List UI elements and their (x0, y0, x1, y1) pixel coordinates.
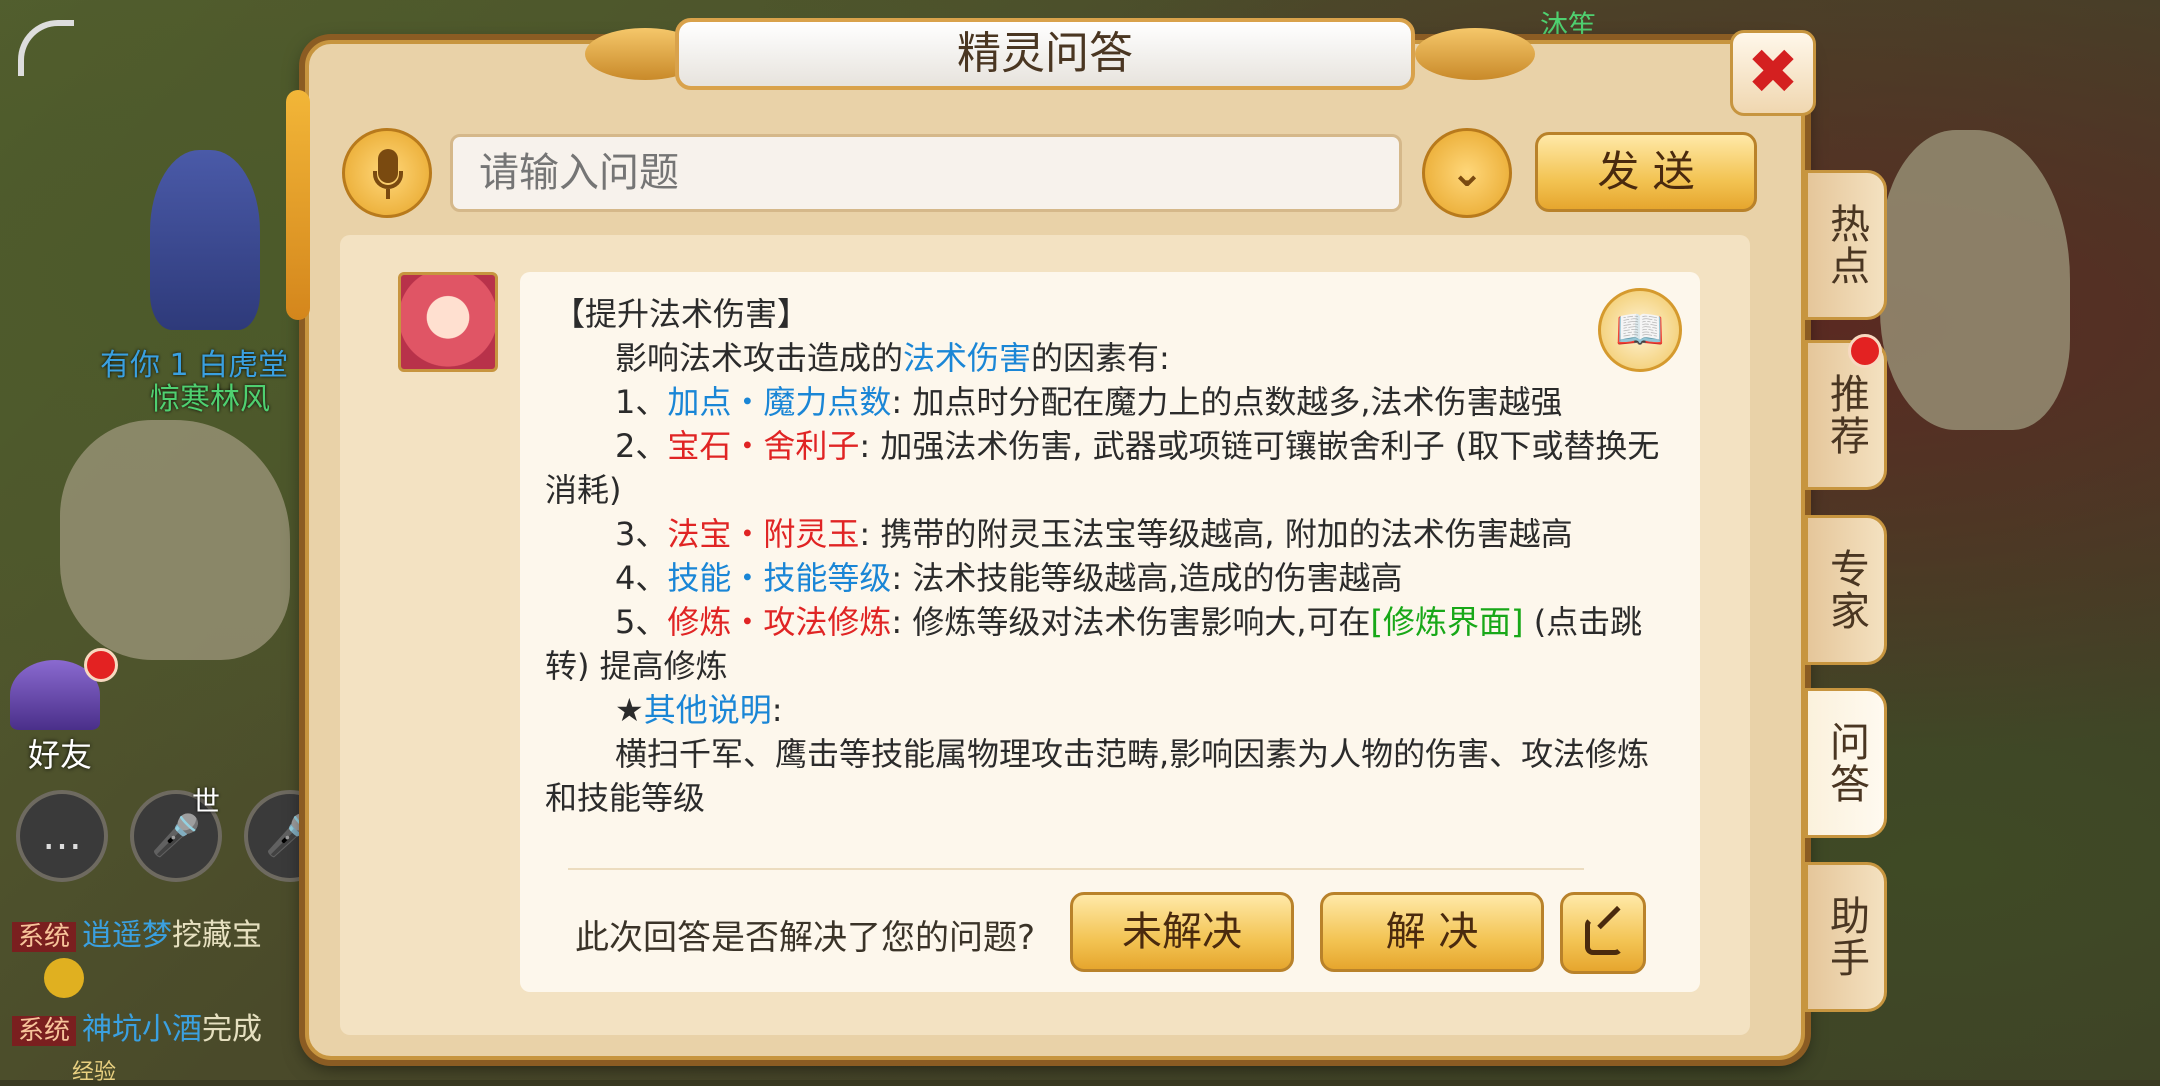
title-ornament-right (1415, 28, 1535, 80)
tab-label: 热点 (1823, 203, 1869, 287)
chat-button[interactable]: … (16, 790, 108, 882)
tab-label: 问答 (1823, 721, 1869, 805)
intro-highlight: 法术伤害 (903, 339, 1032, 377)
top-player-name: 沐笙 (1540, 9, 1597, 42)
chat-bubble-icon: … (42, 813, 82, 859)
item-term: 技能・技能等级 (667, 559, 892, 597)
npc-character[interactable] (150, 150, 260, 330)
item-number: 3、 (615, 515, 668, 553)
close-icon: ✖ (1747, 35, 1799, 108)
item-desc: : 携带的附灵玉法宝等级越高, 附加的法术伤害越高 (859, 515, 1573, 553)
item-desc: : 修炼等级对法术伤害影响大,可在 (891, 603, 1371, 641)
system-tag: 系统 (12, 1016, 77, 1046)
tab-label: 专家 (1823, 548, 1869, 632)
answer-content: 【提升法术伤害】 影响法术攻击造成的法术伤害的因素有: 1、加点・魔力点数: 加… (545, 292, 1675, 820)
chat-text: 挖藏宝 (172, 918, 263, 953)
exp-label: 经验 (72, 1060, 117, 1085)
divider (568, 868, 1584, 870)
chat-line: 系统 逍遥梦挖藏宝 (12, 910, 262, 954)
send-button[interactable]: 发 送 (1535, 132, 1757, 212)
resolved-label: 解 决 (1385, 909, 1479, 955)
question-input[interactable] (450, 134, 1402, 212)
elephant-statue-right (1880, 130, 2070, 430)
other-notes-heading: ★其他说明: (545, 688, 1675, 732)
item-term: 法宝・附灵玉 (667, 515, 860, 553)
feedback-question: 此次回答是否解决了您的问题? (575, 918, 1036, 958)
unresolved-button[interactable]: 未解决 (1070, 892, 1294, 972)
tab-hot[interactable]: 热点 (1805, 170, 1887, 320)
training-link[interactable]: [修炼界面] (1371, 603, 1524, 641)
share-button[interactable] (1560, 892, 1646, 974)
friends-notification-dot (84, 648, 118, 682)
item-number: 2、 (615, 427, 668, 465)
answer-item: 5、修炼・攻法修炼: 修炼等级对法术伤害影响大,可在[修炼界面] (点击跳转) … (545, 600, 1675, 688)
world-channel-label: 世 (192, 785, 221, 818)
microphone-base (386, 189, 390, 199)
answer-item: 4、技能・技能等级: 法术技能等级越高,造成的伤害越高 (545, 556, 1675, 600)
tassel-ornament (286, 90, 310, 320)
tab-label: 助手 (1823, 895, 1869, 979)
close-button[interactable]: ✖ (1730, 30, 1816, 116)
tab-qa[interactable]: 问答 (1805, 688, 1887, 838)
item-number: 4、 (615, 559, 668, 597)
system-tag: 系统 (12, 922, 77, 952)
answer-intro: 影响法术攻击造成的法术伤害的因素有: (545, 336, 1675, 380)
other-notes-title: 其他说明 (643, 691, 772, 729)
item-number: 5、 (615, 603, 668, 641)
item-desc: : 法术技能等级越高,造成的伤害越高 (891, 559, 1403, 597)
voice-input-button[interactable] (342, 128, 432, 218)
intro-text: 影响法术攻击造成的 (615, 339, 904, 377)
answer-item: 3、法宝・附灵玉: 携带的附灵玉法宝等级越高, 附加的法术伤害越高 (545, 512, 1675, 556)
tab-label: 推荐 (1823, 373, 1869, 457)
intro-text: 的因素有: (1031, 339, 1170, 377)
item-term: 宝石・舍利子 (667, 427, 860, 465)
elephant-statue-left (60, 420, 290, 660)
item-desc: : 加点时分配在魔力上的点数越多,法术伤害越强 (891, 383, 1563, 421)
chat-player-name[interactable]: 逍遥梦 (82, 918, 172, 953)
answer-heading: 【提升法术伤害】 (553, 295, 810, 333)
item-number: 1、 (615, 383, 668, 421)
history-dropdown-button[interactable]: ⌄ (1422, 128, 1512, 218)
recommend-notification-dot (1848, 334, 1882, 368)
chat-text: 完成 (202, 1012, 263, 1047)
avatar (398, 272, 498, 372)
chevron-down-icon: ⌄ (1450, 150, 1484, 196)
chat-line: 系统 神坑小酒完成 (12, 1004, 262, 1048)
chat-player-name[interactable]: 神坑小酒 (82, 1012, 202, 1047)
tab-assistant[interactable]: 助手 (1805, 862, 1887, 1012)
item-term: 修炼・攻法修炼 (667, 603, 892, 641)
unresolved-label: 未解决 (1122, 909, 1242, 955)
answer-item: 2、宝石・舍利子: 加强法术伤害, 武器或项链可镶嵌舍利子 (取下或替换无消耗) (545, 424, 1675, 512)
item-term: 加点・魔力点数 (667, 383, 892, 421)
dialog-title: 精灵问答 (675, 18, 1415, 90)
npc-name: 惊寒林风 (150, 382, 270, 417)
send-label: 发 送 (1597, 147, 1695, 196)
friends-label: 好友 (27, 736, 92, 774)
tab-expert[interactable]: 专家 (1805, 515, 1887, 665)
star-icon: ★ (615, 691, 644, 729)
answer-item: 1、加点・魔力点数: 加点时分配在魔力上的点数越多,法术伤害越强 (545, 380, 1675, 424)
resolved-button[interactable]: 解 决 (1320, 892, 1544, 972)
microphone-stand (373, 171, 403, 189)
emoji-icon (44, 958, 84, 998)
other-notes-colon: : (771, 691, 783, 729)
other-notes-text: 横扫千军、鹰击等技能属物理攻击范畴,影响因素为人物的伤害、攻法修炼和技能等级 (545, 735, 1650, 817)
